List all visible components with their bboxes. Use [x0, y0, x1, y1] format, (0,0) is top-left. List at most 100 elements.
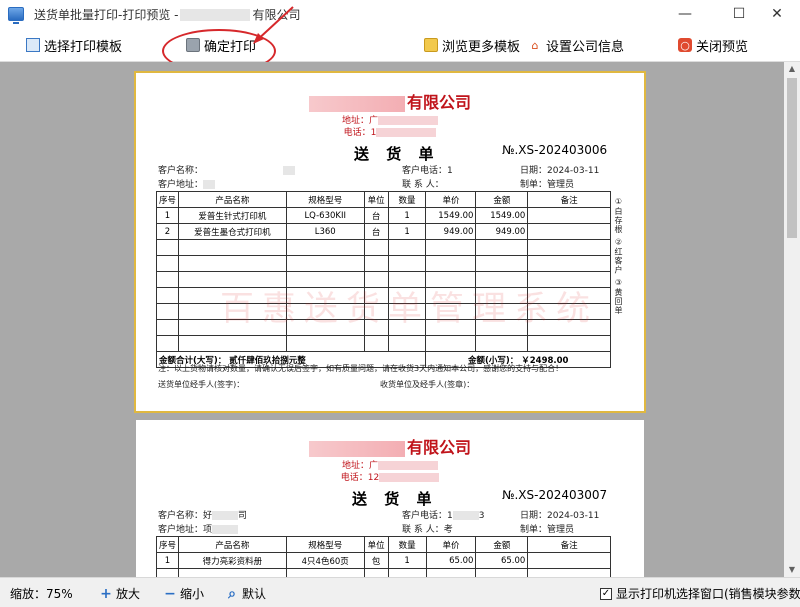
table-cell	[425, 239, 477, 256]
table-cell	[363, 335, 389, 352]
table-cell	[475, 255, 529, 272]
table-cell	[155, 255, 180, 272]
select-template-button[interactable]: 选择打印模板	[26, 35, 122, 55]
column-header: 金额	[475, 536, 529, 553]
table-cell	[387, 335, 427, 352]
table-cell	[425, 255, 477, 272]
column-header: 备注	[527, 191, 611, 208]
column-header: 金额	[475, 191, 529, 208]
table-cell: 爱普生针式打印机	[178, 207, 287, 224]
table-cell	[155, 271, 180, 288]
template-icon	[26, 38, 40, 52]
table-cell	[425, 335, 477, 352]
document-number: №.XS-202403007	[502, 488, 608, 502]
table-cell: 949.00	[475, 223, 529, 240]
company-name: 有限公司	[136, 434, 644, 458]
redacted-name	[180, 9, 251, 21]
browse-templates-button[interactable]: 浏览更多模板	[424, 35, 520, 55]
redacted-company	[308, 440, 405, 457]
zoom-out-button[interactable]: − 缩小	[164, 585, 204, 602]
scroll-up-arrow-icon[interactable]: ▲	[784, 62, 800, 76]
table-cell	[155, 303, 180, 320]
table-cell	[285, 568, 365, 577]
delivery-note-text: 注：以上货物请核对数量，请确认无误后签字，如有质量问题，请在收货3天内通知本公司…	[158, 364, 564, 373]
table-cell	[285, 335, 365, 352]
table-cell: 包	[363, 552, 389, 569]
show-printer-dialog-checkbox[interactable]: ✓ 显示打印机选择窗口(销售模块参数	[600, 585, 800, 602]
default-zoom-button[interactable]: ⌕ 默认	[226, 585, 266, 602]
print-preview-area[interactable]: 有限公司 地址：广 电话：1 送 货 单 №.XS-202403006 客户名称…	[0, 62, 784, 577]
table-header-row: 序号 产品名称 规格型号 单位 数量 单价 金额 备注	[155, 191, 611, 208]
zoom-level: 缩放：75%	[10, 587, 73, 601]
column-header: 序号	[155, 191, 180, 208]
column-header: 单价	[425, 536, 477, 553]
table-cell: 爱普生墨仓式打印机	[178, 223, 287, 240]
table-cell: 4只4色60页	[285, 552, 365, 569]
table-cell	[387, 568, 427, 577]
items-table: 序号 产品名称 规格型号 单位 数量 单价 金额 备注 1 爱普生针式打印机 LQ-630KII 台 1…	[155, 191, 611, 368]
table-cell: 1	[155, 207, 180, 224]
customer-name: 客户名称：好司	[158, 511, 248, 521]
table-cell	[178, 255, 287, 272]
table-cell	[527, 207, 611, 224]
sender-signature-label: 送货单位经手人(签字)：	[158, 380, 245, 389]
window-title: 送货单批量打印-打印预览 - 有限公司	[34, 7, 301, 22]
copy-distribution-note: ①白存根 ②红客户 ③黄回单	[614, 197, 623, 316]
customer-phone: 客户电话：1	[402, 166, 453, 176]
table-cell	[363, 568, 389, 577]
table-cell	[527, 335, 611, 352]
scrollbar-thumb[interactable]	[787, 78, 797, 238]
toolbar: 选择打印模板 确定打印 浏览更多模板 ⌂ 设置公司信息 ○ 关闭预览	[0, 28, 800, 62]
plus-icon: +	[100, 585, 112, 602]
table-row	[155, 239, 611, 256]
column-header: 规格型号	[285, 191, 365, 208]
table-cell	[155, 568, 180, 577]
table-cell	[155, 319, 180, 336]
company-settings-button[interactable]: ⌂ 设置公司信息	[528, 35, 625, 55]
column-header: 单位	[363, 191, 389, 208]
table-cell	[178, 335, 287, 352]
column-header: 备注	[527, 536, 611, 553]
table-cell	[475, 335, 529, 352]
preview-page-1: 有限公司 地址：广 电话：1 送 货 单 №.XS-202403006 客户名称…	[134, 71, 646, 413]
customer-phone: 客户电话：1 3	[402, 511, 485, 521]
preview-page-2: 有限公司 地址：广 电话：12 送 货 单 №.XS-202403007 客户名…	[136, 420, 644, 577]
column-header: 单价	[425, 191, 477, 208]
table-cell: 1549.00	[475, 207, 529, 224]
delivery-date: 日期：2024-03-11	[520, 166, 600, 176]
delivery-date: 日期：2024-03-11	[520, 511, 600, 521]
table-cell	[475, 568, 529, 577]
app-monitor-icon	[8, 7, 24, 24]
table-cell: 1	[387, 552, 427, 569]
magnifier-icon: ⌕	[228, 585, 236, 602]
folder-icon	[424, 38, 438, 52]
zoom-in-button[interactable]: + 放大	[100, 585, 140, 602]
table-row: 1 得力亮彩资料册 4只4色60页包 1 65.00 65.00	[155, 552, 611, 569]
table-cell: 2	[155, 223, 180, 240]
table-row	[155, 335, 611, 352]
redacted-company	[308, 95, 405, 112]
table-cell: 1	[387, 207, 427, 224]
close-preview-button[interactable]: ○ 关闭预览	[678, 35, 748, 55]
table-cell: 台	[363, 223, 389, 240]
close-window-button[interactable]: ✕	[754, 0, 800, 28]
table-cell: 949.00	[425, 223, 477, 240]
column-header: 产品名称	[178, 191, 287, 208]
table-cell	[387, 255, 427, 272]
status-bar: 缩放：75% + 放大 − 缩小 ⌕ 默认 ✓ 显示打印机选择窗口(销售模块参数	[0, 577, 800, 607]
table-cell	[527, 568, 611, 577]
document-maker: 制单：管理员	[520, 180, 575, 190]
table-row: 2 爱普生墨仓式打印机 L360 台 1 949.00 949.00	[155, 223, 611, 240]
table-cell	[178, 239, 287, 256]
column-header: 序号	[155, 536, 180, 553]
table-cell	[363, 255, 389, 272]
vertical-scrollbar[interactable]: ▲ ▼	[784, 62, 800, 577]
table-cell	[527, 552, 611, 569]
table-cell	[387, 239, 427, 256]
column-header: 单位	[363, 536, 389, 553]
receiver-signature-label: 收货单位及经手人(签章)：	[380, 380, 475, 389]
minimize-button[interactable]: —	[662, 0, 708, 28]
close-preview-icon: ○	[678, 38, 692, 52]
table-cell: L360	[285, 223, 365, 240]
scroll-down-arrow-icon[interactable]: ▼	[784, 563, 800, 577]
